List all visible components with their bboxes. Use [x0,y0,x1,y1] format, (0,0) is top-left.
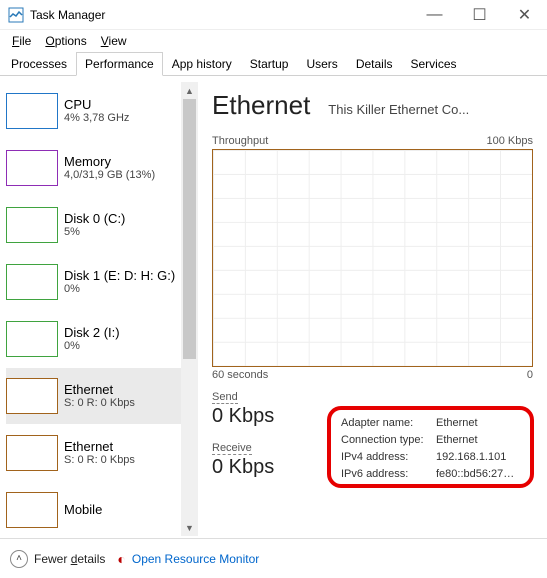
sidebar-item-disk-1-e-d-h-g-[interactable]: Disk 1 (E: D: H: G:)0% [6,254,198,310]
sidebar-item-sub: 4% 3,78 GHz [64,112,129,125]
sidebar-scrollbar[interactable]: ▲ ▼ [181,82,198,536]
tab-bar: Processes Performance App history Startu… [0,52,547,76]
sidebar-item-title: Mobile [64,502,102,518]
sidebar-item-title: Ethernet [64,382,135,398]
menu-view[interactable]: View [95,32,133,50]
thumb-icon [6,93,58,129]
sidebar-item-sub: S: 0 R: 0 Kbps [64,454,135,467]
tab-services[interactable]: Services [402,52,466,76]
sidebar-item-disk-2-i-[interactable]: Disk 2 (I:)0% [6,311,198,367]
chart-label: Throughput [212,135,268,147]
menu-bar: File Options View [0,30,547,52]
sidebar-item-sub: 4,0/31,9 GB (13%) [64,169,155,182]
sidebar-item-cpu[interactable]: CPU4% 3,78 GHz [6,83,198,139]
chart-x-left: 60 seconds [212,369,268,381]
sidebar-item-sub: 0% [64,283,175,296]
sidebar-item-title: Memory [64,154,155,170]
footer-bar: ˄ Fewer details ◐ Open Resource Monitor [0,538,547,578]
adapter-subtitle: This Killer Ethernet Co... [328,102,533,117]
sidebar-item-ethernet[interactable]: EthernetS: 0 R: 0 Kbps [6,368,198,424]
throughput-chart [212,149,533,367]
maximize-button[interactable]: ☐ [457,0,502,30]
page-title: Ethernet [212,90,310,121]
network-info-panel: Adapter name:Ethernet Connection type:Et… [327,406,534,488]
title-bar: Task Manager — ☐ ✕ [0,0,547,30]
receive-label: Receive [212,442,252,455]
sidebar-item-title: CPU [64,97,129,113]
thumb-icon [6,378,58,414]
fewer-details-button[interactable]: ˄ Fewer details [10,550,105,568]
menu-options[interactable]: Options [39,32,92,50]
minimize-button[interactable]: — [412,0,457,30]
sidebar-item-sub: 0% [64,340,120,353]
sidebar-item-disk-0-c-[interactable]: Disk 0 (C:)5% [6,197,198,253]
thumb-icon [6,492,58,528]
chevron-up-icon: ˄ [10,550,28,568]
send-label: Send [212,391,238,404]
connection-type-value: Ethernet [436,432,520,449]
tab-processes[interactable]: Processes [2,52,76,76]
tab-users[interactable]: Users [297,52,346,76]
thumb-icon [6,150,58,186]
adapter-name-label: Adapter name: [341,415,436,432]
sidebar-item-sub: S: 0 R: 0 Kbps [64,397,135,410]
open-resource-monitor-link[interactable]: ◐ Open Resource Monitor [117,551,259,567]
connection-type-label: Connection type: [341,432,436,449]
thumb-icon [6,435,58,471]
sidebar-item-title: Disk 1 (E: D: H: G:) [64,268,175,284]
thumb-icon [6,264,58,300]
thumb-icon [6,321,58,357]
sidebar-item-memory[interactable]: Memory4,0/31,9 GB (13%) [6,140,198,196]
send-value: 0 Kbps [212,405,274,427]
sidebar-item-mobile[interactable]: Mobile [6,482,198,536]
sidebar-item-title: Disk 2 (I:) [64,325,120,341]
ipv6-value: fe80::bd56:2765:... [436,466,520,483]
ipv4-label: IPv4 address: [341,449,436,466]
sidebar-item-title: Disk 0 (C:) [64,211,125,227]
scroll-thumb[interactable] [183,99,196,359]
perf-sidebar: CPU4% 3,78 GHzMemory4,0/31,9 GB (13%)Dis… [0,76,198,536]
tab-app-history[interactable]: App history [163,52,241,76]
tab-performance[interactable]: Performance [76,52,163,76]
adapter-name-value: Ethernet [436,415,520,432]
window-title: Task Manager [30,8,105,22]
close-button[interactable]: ✕ [502,0,547,30]
menu-file[interactable]: File [6,32,37,50]
ipv4-value: 192.168.1.101 [436,449,520,466]
tab-startup[interactable]: Startup [241,52,298,76]
resource-monitor-icon: ◐ [117,551,125,567]
app-icon [8,7,24,23]
chart-scale: 100 Kbps [487,135,533,147]
chart-x-right: 0 [527,369,533,381]
tab-details[interactable]: Details [347,52,402,76]
sidebar-item-ethernet[interactable]: EthernetS: 0 R: 0 Kbps [6,425,198,481]
receive-value: 0 Kbps [212,456,274,478]
scroll-up-icon[interactable]: ▲ [181,82,198,99]
sidebar-item-sub: 5% [64,226,125,239]
scroll-down-icon[interactable]: ▼ [181,519,198,536]
thumb-icon [6,207,58,243]
sidebar-item-title: Ethernet [64,439,135,455]
ipv6-label: IPv6 address: [341,466,436,483]
